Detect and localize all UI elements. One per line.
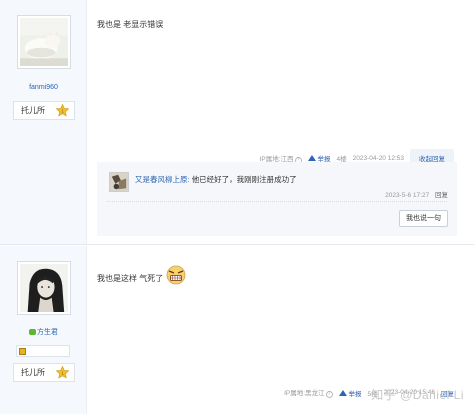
ip-location: IP属地:黑龙江? bbox=[284, 387, 333, 398]
cat-avatar-image bbox=[20, 18, 68, 66]
sub-reply-meta: 2023-5-6 17:27 回复 bbox=[385, 189, 448, 199]
fan-level-badge[interactable]: 托儿所 1 bbox=[13, 363, 75, 382]
author-avatar[interactable] bbox=[17, 261, 71, 315]
girl-avatar-image bbox=[20, 264, 68, 312]
author-avatar[interactable] bbox=[17, 15, 71, 69]
sub-reply-button[interactable]: 回复 bbox=[435, 192, 448, 199]
sub-reply-avatar-image bbox=[110, 173, 128, 191]
post-text: 我也是这样 气死了 bbox=[97, 274, 164, 283]
author-username: 方生君 bbox=[37, 329, 58, 336]
report-link[interactable]: 举报 bbox=[338, 388, 362, 398]
author-sidebar: 方生君 托儿所 1 bbox=[0, 246, 87, 414]
sub-reply-box: 又是春风柳上原: 他已经好了，我刚刚注册成功了 2023-5-6 17:27 回… bbox=[97, 162, 457, 236]
svg-text:1: 1 bbox=[61, 109, 64, 114]
fan-badge-label: 托儿所 bbox=[21, 106, 45, 115]
member-level-bar bbox=[16, 345, 70, 357]
angry-face-emoji-icon bbox=[167, 265, 186, 285]
sub-reply-text: 又是春风柳上原: 他已经好了，我刚刚注册成功了 bbox=[135, 174, 297, 185]
level-star-badge-icon: 1 bbox=[56, 104, 69, 117]
author-username-row[interactable]: 方生君 bbox=[0, 327, 87, 337]
post-content: 我也是这样 气死了 bbox=[97, 265, 186, 285]
sub-reply-avatar[interactable] bbox=[109, 172, 129, 192]
sub-reply-content: 他已经好了，我刚刚注册成功了 bbox=[191, 175, 297, 184]
watermark: 知乎 @Daniel Li bbox=[371, 388, 464, 402]
level-star-badge-icon: 1 bbox=[56, 366, 69, 379]
sub-reply-username[interactable]: 又是春风柳上原: bbox=[135, 175, 190, 184]
say-something-button[interactable]: 我也说一句 bbox=[399, 210, 448, 227]
post-timestamp: 2023-04-20 12:53 bbox=[352, 154, 404, 162]
author-sidebar: fanmi960 托儿所 1 bbox=[0, 0, 87, 244]
svg-text:1: 1 bbox=[61, 371, 64, 376]
divider bbox=[107, 201, 447, 202]
report-triangle-icon bbox=[338, 389, 347, 396]
post-content: 我也是 老显示错误 bbox=[97, 20, 164, 29]
report-triangle-icon bbox=[307, 155, 316, 161]
post-floor-4: fanmi960 托儿所 1 我也是 老显示错误 IP属地:江西? 举报 4楼 … bbox=[0, 0, 474, 245]
fan-level-badge[interactable]: 托儿所 1 bbox=[13, 101, 75, 120]
vip-icon bbox=[29, 328, 36, 335]
fan-badge-label: 托儿所 bbox=[21, 368, 45, 377]
sub-reply-timestamp: 2023-5-6 17:27 bbox=[385, 192, 430, 199]
author-username[interactable]: fanmi960 bbox=[0, 84, 87, 91]
question-circle-icon[interactable]: ? bbox=[325, 391, 333, 398]
member-level-icon bbox=[19, 348, 26, 355]
